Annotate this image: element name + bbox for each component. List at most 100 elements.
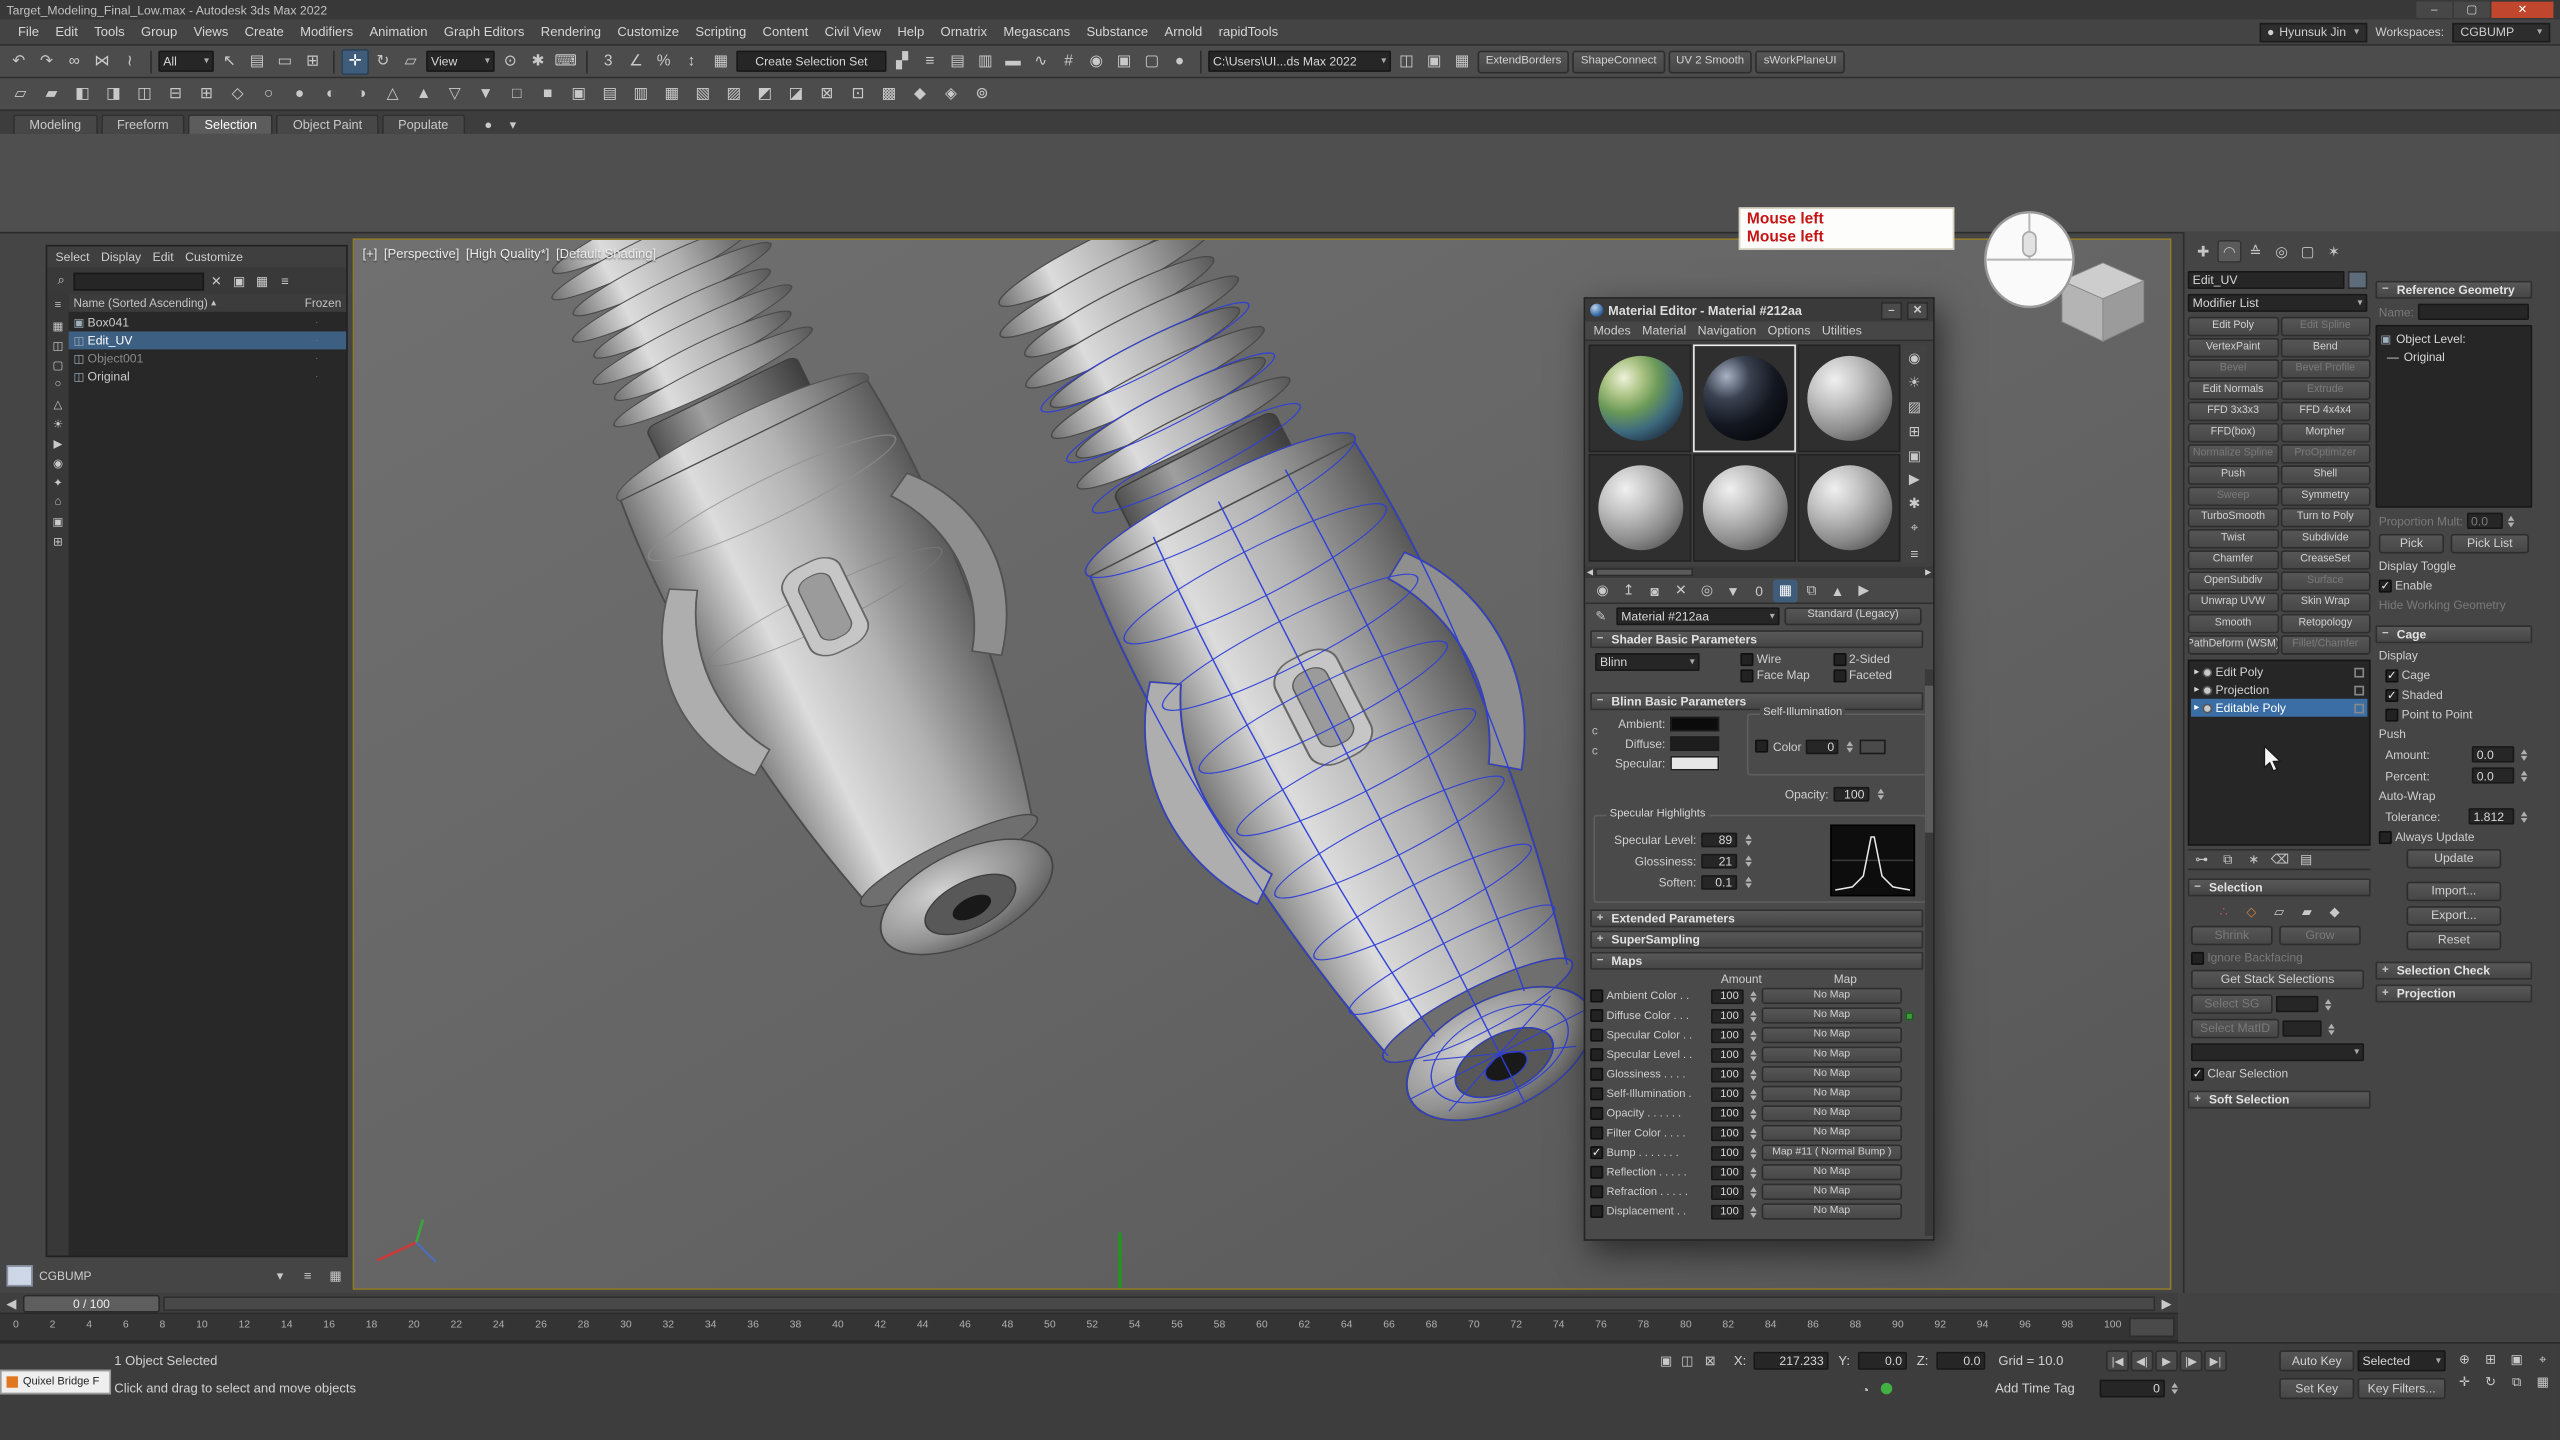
rollout-supersampling-header[interactable]: +SuperSampling: [1590, 931, 1923, 949]
expand-arrow-icon[interactable]: ▸: [2194, 702, 2199, 713]
display-filter-icon[interactable]: ⌂: [49, 493, 67, 511]
map-amount-field[interactable]: 100: [1711, 1028, 1744, 1043]
modifier-button[interactable]: Skin Wrap: [2280, 593, 2371, 613]
put-material-to-scene-icon[interactable]: ↥: [1616, 579, 1640, 602]
ribbon-tab[interactable]: Selection: [188, 114, 273, 134]
pan-view-icon[interactable]: ✛: [2452, 1371, 2476, 1392]
modeling-tool-icon[interactable]: ◨: [100, 81, 128, 107]
assign-material-to-selection-icon[interactable]: ◙: [1642, 579, 1666, 602]
modifier-button[interactable]: Bend: [2280, 338, 2371, 358]
configure-modifier-sets-icon[interactable]: ▤: [2296, 850, 2317, 870]
select-and-rotate-icon[interactable]: ↻: [369, 48, 397, 74]
orbit-icon[interactable]: ↻: [2478, 1371, 2502, 1392]
project-folder-dropdown[interactable]: C:\Users\UI...ds Max 2022▾: [1208, 51, 1391, 72]
ribbon-tab[interactable]: Object Paint: [277, 114, 379, 134]
export-button[interactable]: Export...: [2407, 906, 2502, 926]
map-enable-checkbox[interactable]: [1590, 1087, 1603, 1100]
pick-button[interactable]: Pick: [2379, 534, 2444, 554]
modifier-stack-item[interactable]: ▸ Edit Poly: [2191, 663, 2367, 681]
modeling-tool-icon[interactable]: ⊚: [968, 81, 996, 107]
map-enable-checkbox[interactable]: [1590, 1127, 1603, 1140]
modifier-button[interactable]: Twist: [2188, 529, 2279, 549]
menu-item[interactable]: rapidTools: [1210, 24, 1286, 39]
ignore-backfacing-checkbox[interactable]: [2191, 951, 2204, 964]
highlight-param-spinner[interactable]: [1742, 832, 1753, 848]
material-editor-menu-item[interactable]: Utilities: [1822, 323, 1862, 338]
enable-checkbox[interactable]: [2379, 579, 2392, 592]
time-slider-grip[interactable]: 0 / 100: [23, 1294, 160, 1312]
opacity-spinner[interactable]: [1874, 785, 1885, 801]
mini-listener-icon[interactable]: [7, 1264, 33, 1285]
explorer-menu-item[interactable]: Edit: [153, 250, 174, 265]
edge-subobject-icon[interactable]: ◇: [2241, 901, 2262, 921]
menu-item[interactable]: Create: [236, 24, 292, 39]
rollout-selection-check-header[interactable]: +Selection Check: [2376, 962, 2533, 980]
viewport-layout-toggle-icon[interactable]: ▦: [2531, 1371, 2555, 1392]
pin-stack-icon[interactable]: ⊶: [2191, 850, 2212, 870]
modifier-button[interactable]: PathDeform (WSM): [2188, 635, 2279, 655]
modifier-button[interactable]: Push: [2188, 465, 2279, 485]
modifier-button[interactable]: Unwrap UVW: [2188, 593, 2279, 613]
key-filters-button[interactable]: Key Filters...: [2358, 1378, 2446, 1399]
map-amount-spinner[interactable]: [1747, 1086, 1758, 1102]
track-bar[interactable]: 0246810121416182022242628303234363840424…: [0, 1314, 2178, 1342]
menu-item[interactable]: Ornatrix: [932, 24, 995, 39]
modifier-button[interactable]: OpenSubdiv: [2188, 571, 2279, 591]
map-amount-spinner[interactable]: [1747, 988, 1758, 1004]
background-icon[interactable]: ▨: [1902, 396, 1926, 417]
auto-key-button[interactable]: Auto Key: [2279, 1350, 2354, 1371]
map-enable-checkbox[interactable]: [1590, 989, 1603, 1002]
explorer-menu-item[interactable]: Customize: [185, 250, 243, 265]
push-amount-field[interactable]: 0.0: [2472, 746, 2514, 762]
sample-uv-tiling-icon[interactable]: ⊞: [1902, 421, 1926, 442]
scene-object-row[interactable]: ▣ Box041 ·: [69, 313, 347, 331]
go-forward-sibling-icon[interactable]: ▶: [1851, 579, 1875, 602]
reference-geometry-list[interactable]: ▣ Object Level: — Original: [2376, 325, 2533, 508]
material-type-button[interactable]: Standard (Legacy): [1784, 607, 1921, 625]
next-frame-arrow-icon[interactable]: ▶: [2158, 1293, 2174, 1313]
grow-button[interactable]: Grow: [2279, 926, 2361, 946]
modifier-button[interactable]: Shell: [2280, 465, 2371, 485]
modifier-button[interactable]: Fillet/Chamfer: [2280, 635, 2371, 655]
go-to-parent-icon[interactable]: ▲: [1825, 579, 1849, 602]
select-and-link-icon[interactable]: ∞: [60, 48, 88, 74]
scene-object-row[interactable]: ◫ Original ·: [69, 367, 347, 385]
map-enable-checkbox[interactable]: [1590, 1029, 1603, 1042]
display-filter-icon[interactable]: ▢: [49, 356, 67, 374]
modifier-button[interactable]: ProOptimizer: [2280, 444, 2371, 464]
map-button[interactable]: No Map: [1762, 1047, 1902, 1063]
ribbon-minimize-icon[interactable]: ▾: [502, 114, 523, 134]
sample-type-icon[interactable]: ◉: [1902, 348, 1926, 369]
map-button[interactable]: No Map: [1762, 988, 1902, 1004]
map-amount-field[interactable]: 100: [1711, 1106, 1744, 1121]
shaded-checkbox[interactable]: [2385, 688, 2398, 701]
select-sg-spinner[interactable]: [2322, 996, 2333, 1012]
named-selection-set-field[interactable]: Create Selection Set: [736, 51, 886, 72]
display-filter-icon[interactable]: △: [49, 395, 67, 413]
modifier-visibility-icon[interactable]: [2202, 703, 2212, 713]
self-illumination-spinner[interactable]: [1844, 738, 1855, 754]
maximize-button[interactable]: ▢: [2454, 2, 2490, 18]
scene-object-row[interactable]: ◫ Edit_UV ·: [69, 331, 347, 349]
modifier-visibility-icon[interactable]: [2202, 667, 2212, 677]
keyboard-override-icon[interactable]: ⌨: [552, 48, 580, 74]
modeling-tool-icon[interactable]: ⊡: [844, 81, 872, 107]
modifier-button[interactable]: Morpher: [2280, 423, 2371, 443]
reference-coordinate-dropdown[interactable]: View▾: [426, 51, 495, 72]
update-button[interactable]: Update: [2407, 849, 2502, 869]
proportion-spinner[interactable]: [2505, 513, 2516, 529]
material-editor-icon[interactable]: ◉: [1082, 48, 1110, 74]
angle-snap-icon[interactable]: ∠: [622, 48, 650, 74]
push-amount-spinner[interactable]: [2518, 746, 2529, 762]
object-name-field[interactable]: Edit_UV: [2188, 271, 2345, 289]
map-button[interactable]: Map #11 ( Normal Bump ): [1762, 1144, 1902, 1160]
user-account-menu[interactable]: ● Hyunsuk Jin ▾: [2259, 22, 2367, 42]
material-editor-window[interactable]: Material Editor - Material #212aa – ✕ Mo…: [1584, 297, 1935, 1241]
modeling-tool-icon[interactable]: ⊟: [162, 81, 190, 107]
color-swatch[interactable]: [1670, 755, 1719, 770]
modeling-tool-icon[interactable]: ▽: [441, 81, 469, 107]
menu-item[interactable]: Help: [889, 24, 932, 39]
explorer-filter-icon[interactable]: ≡: [274, 271, 295, 291]
modifier-button[interactable]: TurboSmooth: [2188, 508, 2279, 528]
make-material-copy-icon[interactable]: ◎: [1695, 579, 1719, 602]
